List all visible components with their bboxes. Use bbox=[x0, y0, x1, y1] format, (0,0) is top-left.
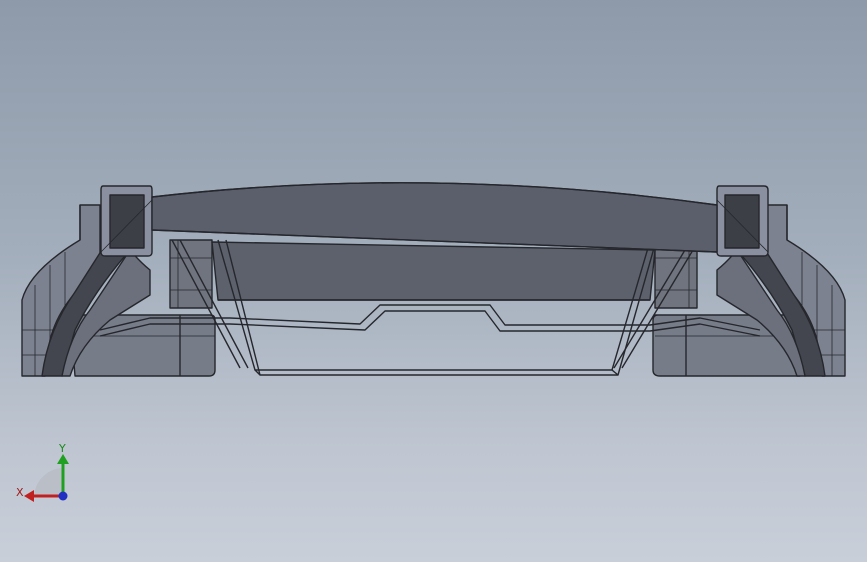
z-axis-dot bbox=[58, 491, 68, 501]
y-axis-head bbox=[57, 454, 69, 464]
orientation-triad[interactable]: Y X bbox=[10, 440, 80, 510]
x-axis-head bbox=[24, 490, 34, 502]
left-post bbox=[169, 239, 213, 309]
x-axis-label: X bbox=[16, 486, 24, 499]
graphics-viewport[interactable]: Y X bbox=[0, 0, 867, 562]
right-tube-end bbox=[716, 185, 769, 257]
triad-graphic bbox=[24, 454, 69, 502]
triad-plane bbox=[34, 468, 63, 496]
3d-model-part[interactable] bbox=[0, 0, 867, 562]
center-back-panel bbox=[211, 241, 656, 301]
left-tube-end bbox=[100, 185, 153, 257]
y-axis-label: Y bbox=[59, 442, 66, 455]
top-curved-beam bbox=[151, 182, 718, 253]
